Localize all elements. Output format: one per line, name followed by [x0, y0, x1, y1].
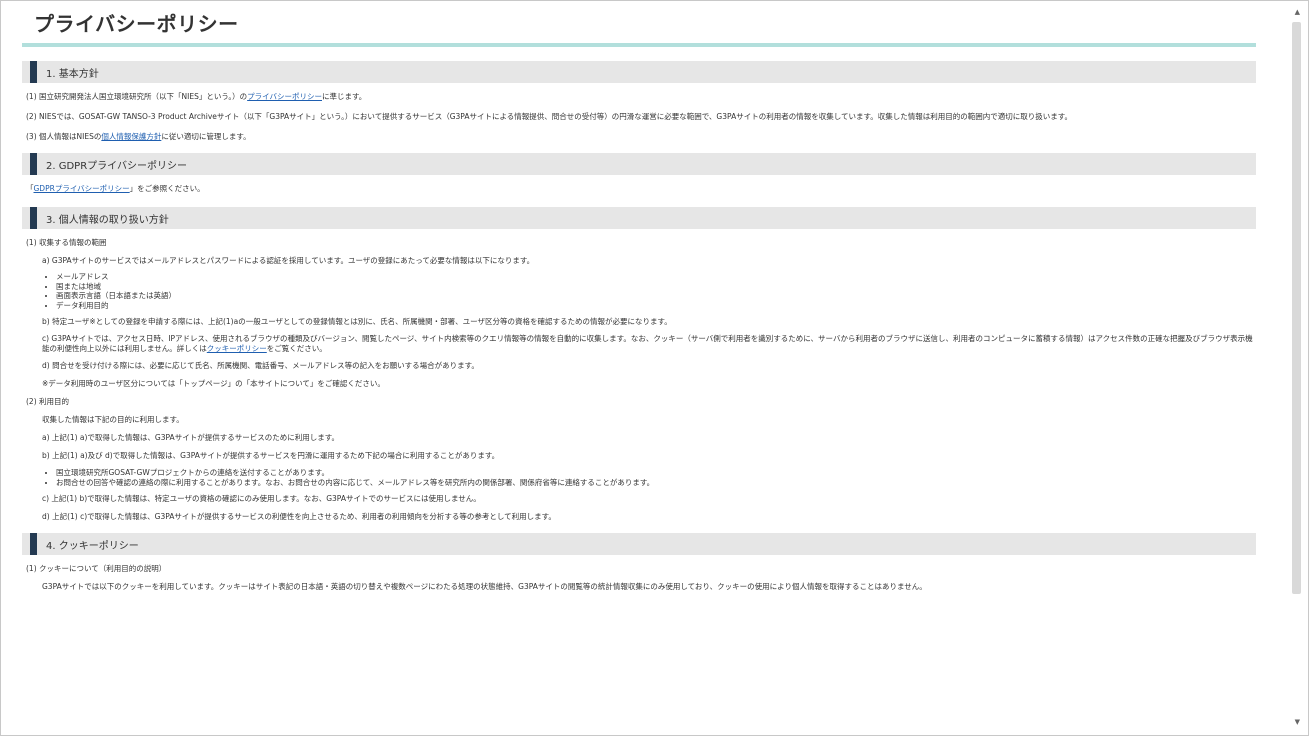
section-header-personal-info: 3. 個人情報の取り扱い方針: [22, 207, 1256, 229]
vertical-scrollbar[interactable]: [1292, 22, 1301, 594]
section-header-basic-policy: 1. 基本方針: [22, 61, 1256, 83]
section-marker: [30, 61, 37, 83]
personal-info-policy-link[interactable]: 個人情報保護方針: [101, 132, 161, 141]
purpose-c: c) 上記(1) b)で取得した情報は、特定ユーザの資格の確認にのみ使用します。…: [42, 494, 481, 503]
list-item: 画面表示言語（日本語または英語）: [56, 291, 1256, 301]
section-title: 2. GDPRプライバシーポリシー: [46, 161, 187, 172]
section-title: 4. クッキーポリシー: [46, 541, 139, 552]
item-a: a) G3PAサイトのサービスではメールアドレスとパスワードによる認証を採用して…: [42, 256, 535, 265]
section-title: 3. 個人情報の取り扱い方針: [46, 215, 169, 226]
purpose-a: a) 上記(1) a)で取得した情報は、G3PAサイトが提供するサービスのために…: [42, 433, 339, 442]
user-category-note: ※データ利用時のユーザ区分については「トップページ」の「本サイトについて」をご確…: [42, 379, 385, 388]
text: (1) 国立研究開発法人国立環境研究所（以下「NIES」という。）の: [26, 92, 248, 101]
purpose-b-list: 国立環境研究所GOSAT-GWプロジェクトからの連絡を送付することがあります。 …: [26, 468, 1256, 487]
purpose-b: b) 上記(1) a)及び d)で取得した情報は、G3PAサイトが提供するサービ…: [42, 451, 500, 460]
required-info-list: メールアドレス 国または地域 画面表示言語（日本語または英語） データ利用目的: [26, 272, 1256, 310]
text: に従い適切に管理します。: [161, 132, 251, 141]
gdpr-policy-link[interactable]: GDPRプライバシーポリシー: [34, 184, 130, 193]
purpose-intro: 収集した情報は下記の目的に利用します。: [42, 415, 184, 424]
title-underline: [22, 43, 1256, 47]
subheading-collect-scope: (1) 収集する情報の範囲: [26, 238, 107, 247]
paragraph-1-3: (3) 個人情報はNIESの個人情報保護方針に従い適切に管理します。: [26, 131, 1256, 143]
page-title: プライバシーポリシー: [34, 12, 239, 36]
main-content: プライバシーポリシー 1. 基本方針 (1) 国立研究開発法人国立環境研究所（以…: [22, 0, 1256, 736]
text: (3) 個人情報はNIESの: [26, 132, 102, 141]
text: に準じます。: [322, 92, 367, 101]
purpose-d: d) 上記(1) c)で取得した情報は、G3PAサイトが提供するサービスの利便性…: [42, 512, 556, 521]
list-item: メールアドレス: [56, 272, 1256, 282]
cookie-policy-link[interactable]: クッキーポリシー: [207, 344, 267, 353]
item-b: b) 特定ユーザ※としての登録を申請する際には、上記(1)aの一般ユーザとしての…: [42, 317, 672, 326]
text: をご覧ください。: [266, 344, 327, 353]
section-marker: [30, 533, 37, 555]
item-c: c) G3PAサイトでは、アクセス日時、IPアドレス、使用されるブラウザの種類及…: [26, 334, 1256, 354]
section-marker: [30, 153, 37, 175]
scroll-up-arrow-icon[interactable]: ▲: [1295, 8, 1300, 16]
list-item: お問合せの回答や確認の連絡の際に利用することがあります。なお、お問合せの内容に応…: [56, 478, 1256, 488]
paragraph-1-2: (2) NIESでは、GOSAT-GW TANSO-3 Product Arch…: [26, 112, 1072, 121]
list-item: データ利用目的: [56, 301, 1256, 311]
section-marker: [30, 207, 37, 229]
section-header-gdpr: 2. GDPRプライバシーポリシー: [22, 153, 1256, 175]
text: 「: [26, 184, 34, 193]
section-title: 1. 基本方針: [46, 69, 99, 80]
list-item: 国立環境研究所GOSAT-GWプロジェクトからの連絡を送付することがあります。: [56, 468, 1256, 478]
subheading-cookie: (1) クッキーについて（利用目的の説明）: [26, 564, 167, 573]
cookie-paragraph: G3PAサイトでは以下のクッキーを利用しています。クッキーはサイト表記の日本語・…: [42, 582, 927, 591]
paragraph-2-1: 「GDPRプライバシーポリシー」をご参照ください。: [26, 183, 1256, 195]
text: 」をご参照ください。: [129, 184, 205, 193]
subheading-purpose: (2) 利用目的: [26, 397, 70, 406]
scroll-down-arrow-icon[interactable]: ▼: [1295, 718, 1300, 726]
paragraph-1-1: (1) 国立研究開発法人国立環境研究所（以下「NIES」という。）のプライバシー…: [26, 91, 1256, 103]
item-d: d) 問合せを受け付ける際には、必要に応じて氏名、所属機関、電話番号、メールアド…: [42, 361, 479, 370]
list-item: 国または地域: [56, 282, 1256, 292]
privacy-policy-link[interactable]: プライバシーポリシー: [247, 92, 322, 101]
section-header-cookie-policy: 4. クッキーポリシー: [22, 533, 1256, 555]
